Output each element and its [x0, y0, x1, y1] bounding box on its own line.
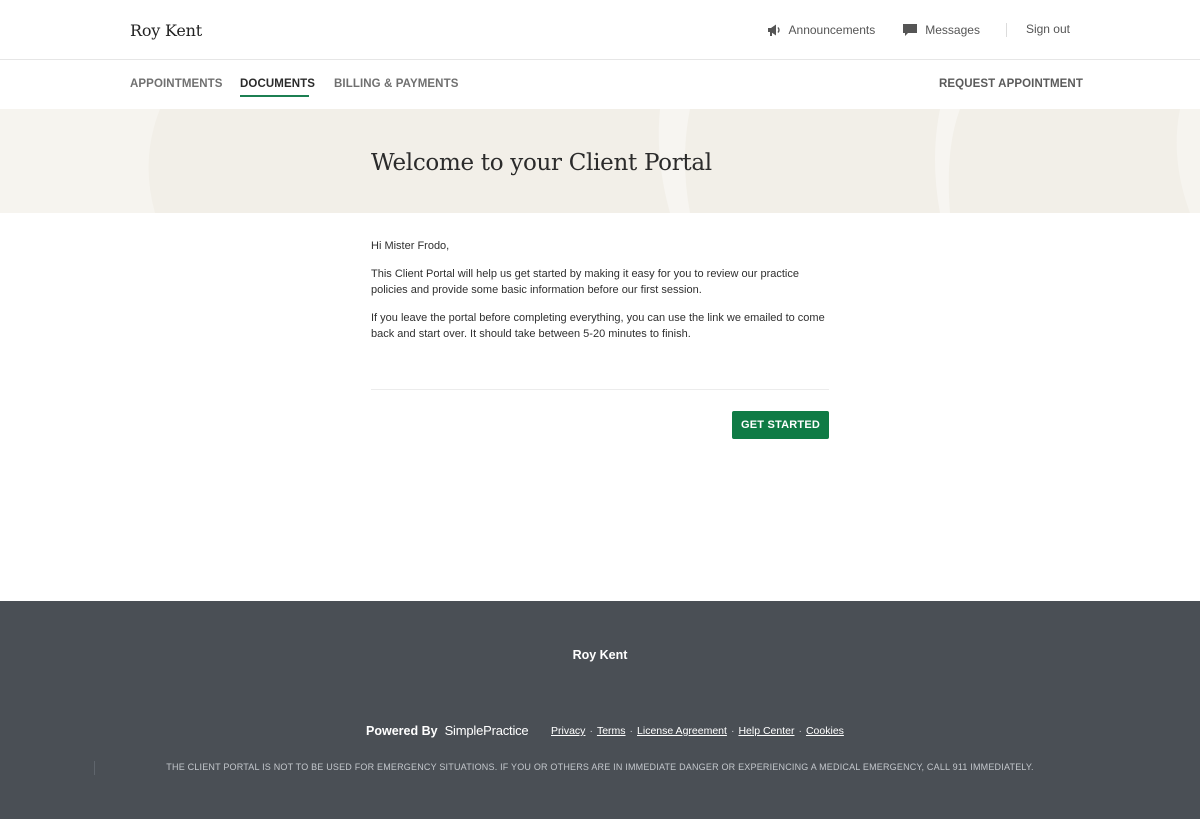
cookies-link[interactable]: Cookies: [806, 725, 844, 737]
header-divider: [1005, 23, 1007, 37]
tab-appointments[interactable]: APPOINTMENTS: [130, 78, 223, 90]
top-header: Roy Kent Announcements Messages Sign out: [0, 0, 1200, 60]
header-actions: Announcements Messages Sign out: [766, 20, 1070, 40]
megaphone-icon: [766, 22, 782, 38]
link-separator: ·: [798, 725, 802, 737]
greeting-text: Hi Mister Frodo,: [371, 240, 450, 252]
tab-documents[interactable]: DOCUMENTS: [240, 78, 315, 90]
chat-bubble-icon: [902, 22, 918, 38]
main-nav: APPOINTMENTS DOCUMENTS BILLING & PAYMENT…: [0, 61, 1200, 109]
announcements-link[interactable]: Announcements: [766, 22, 876, 38]
powered-by-label: Powered By: [366, 723, 438, 738]
link-separator: ·: [629, 725, 634, 737]
request-appointment-link[interactable]: REQUEST APPOINTMENT: [939, 78, 1083, 90]
terms-link[interactable]: Terms: [597, 725, 626, 737]
practice-name: Roy Kent: [130, 21, 202, 40]
get-started-button[interactable]: GET STARTED: [732, 411, 829, 439]
license-agreement-link[interactable]: License Agreement: [637, 725, 727, 737]
announcements-label: Announcements: [788, 23, 876, 37]
tab-billing-payments[interactable]: BILLING & PAYMENTS: [334, 78, 458, 90]
footer: Roy Kent Powered By SimplePractice Priva…: [0, 601, 1200, 819]
intro-paragraph: This Client Portal will help us get star…: [371, 268, 799, 296]
content-divider: [371, 389, 829, 390]
link-separator: ·: [730, 725, 735, 737]
active-tab-indicator: [240, 95, 309, 97]
messages-link[interactable]: Messages: [902, 22, 980, 38]
emergency-disclaimer: THE CLIENT PORTAL IS NOT TO BE USED FOR …: [166, 762, 1034, 772]
footer-practice-name: Roy Kent: [572, 648, 628, 662]
sign-out-link[interactable]: Sign out: [1026, 22, 1070, 36]
footer-links: Privacy · Terms · License Agreement · He…: [551, 725, 844, 737]
link-separator: ·: [589, 725, 593, 737]
welcome-banner: Welcome to your Client Portal: [0, 109, 1200, 213]
powered-by: Powered By SimplePractice: [366, 723, 529, 738]
page-title: Welcome to your Client Portal: [371, 150, 712, 176]
welcome-message: Hi Mister Frodo, This Client Portal will…: [371, 238, 829, 354]
instructions-paragraph: If you leave the portal before completin…: [371, 312, 825, 340]
messages-label: Messages: [925, 23, 980, 37]
simplepractice-logo[interactable]: SimplePractice: [445, 723, 529, 738]
help-center-link[interactable]: Help Center: [738, 725, 794, 737]
privacy-link[interactable]: Privacy: [551, 725, 585, 737]
